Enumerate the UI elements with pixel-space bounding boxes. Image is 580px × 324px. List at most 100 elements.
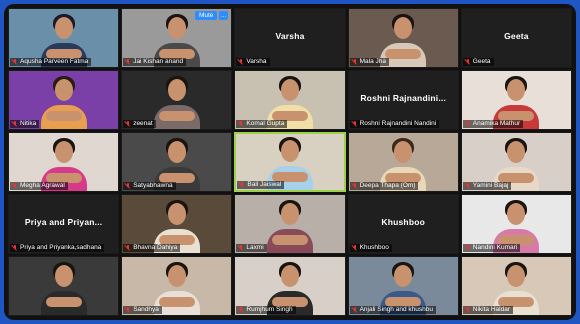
figure-head: [167, 141, 186, 163]
muted-mic-icon: [238, 120, 244, 128]
participant-tile[interactable]: Nitika: [8, 70, 120, 130]
participant-tile[interactable]: zeenat: [121, 70, 233, 130]
figure-head: [507, 265, 526, 287]
figure-head: [280, 79, 299, 101]
participant-tile[interactable]: Bhavna Dahiya: [121, 194, 233, 254]
participant-name: Mala Jha: [359, 58, 386, 65]
participant-tile[interactable]: Priya and Priyan... Priya and Priyanka,sa…: [8, 194, 120, 254]
participant-name: Bail Jaiswal: [247, 181, 282, 188]
participant-name: Nitika: [20, 120, 37, 127]
figure-head: [167, 265, 186, 287]
figure-arms: [158, 111, 195, 121]
participant-name: Komal Gupta: [246, 120, 285, 127]
participant-name-label: Nikita Haldar: [462, 306, 514, 314]
participant-name-label: Aqusha Parveen Fatma: [10, 58, 92, 66]
participant-name-label: Varsha: [236, 58, 270, 66]
participant-tile[interactable]: Nandini Kumari: [460, 194, 572, 254]
participant-tile[interactable]: Rumjhum Singh: [234, 256, 346, 316]
participant-tile[interactable]: [8, 256, 120, 316]
participant-name-label: Anamika Mathur: [462, 120, 524, 128]
participant-name: Roshni Rajnandini Nandini: [359, 120, 437, 127]
participant-name: Bhavna Dahiya: [133, 244, 178, 251]
figure-head: [394, 141, 413, 163]
participant-tile[interactable]: Varsha Varsha: [234, 8, 346, 68]
muted-mic-icon: [125, 182, 131, 190]
participant-name-label: Anjali Singh and khushbu: [349, 306, 436, 314]
participant-display-name: Priya and Priyan...: [24, 217, 103, 227]
figure-head: [167, 79, 186, 101]
participant-tile[interactable]: Mala Jha: [347, 8, 459, 68]
participant-name: zeenat: [133, 120, 153, 127]
participant-name: Rumjhum Singh: [246, 306, 293, 313]
participant-tile[interactable]: Deepa Thapa (Om): [347, 132, 459, 192]
mute-button[interactable]: Mute: [194, 11, 218, 20]
participant-name: Yamini Bajaj: [472, 182, 509, 189]
muted-mic-icon: [125, 58, 131, 66]
gallery-grid: Aqusha Parveen Fatma Mute... Jai Kishan an…: [8, 8, 572, 320]
participant-name-label: Khushboo: [349, 244, 392, 252]
participant-name-label: Bhavna Dahiya: [123, 244, 181, 252]
participant-tile[interactable]: Anjali Singh and khushbu: [347, 256, 459, 316]
muted-mic-icon: [352, 244, 358, 252]
participant-name-label: Megha Agrawal: [10, 182, 68, 190]
participant-name: Sandhya: [133, 306, 159, 313]
figure-arms: [158, 297, 195, 307]
figure-arms: [271, 235, 308, 245]
participant-name: Varsha: [246, 58, 267, 65]
participant-tile[interactable]: Nikita Haldar: [460, 256, 572, 316]
participant-name-label: Geeta: [462, 58, 494, 66]
more-options-button[interactable]: ...: [218, 11, 229, 20]
participant-name-label: Rumjhum Singh: [236, 306, 296, 314]
participant-name: Khushboo: [359, 244, 389, 251]
muted-mic-icon: [12, 182, 18, 190]
figure-head: [54, 17, 73, 39]
participant-tile[interactable]: Satyabhawna: [121, 132, 233, 192]
muted-mic-icon: [12, 120, 18, 128]
figure-head: [280, 140, 299, 162]
participant-tile[interactable]: Geeta Geeta: [460, 8, 572, 68]
participant-name: Laxmi: [246, 244, 264, 251]
figure-arms: [45, 111, 82, 121]
participant-tile[interactable]: Bail Jaiswal: [234, 132, 346, 192]
participant-video-figure: [151, 73, 203, 129]
participant-display-name: Varsha: [275, 31, 305, 41]
participant-tile[interactable]: Yamini Bajaj: [460, 132, 572, 192]
muted-mic-icon: [125, 120, 131, 128]
muted-mic-icon: [465, 244, 471, 252]
muted-mic-icon: [125, 244, 131, 252]
participant-name-label: Mala Jha: [349, 58, 389, 66]
muted-mic-icon: [125, 306, 131, 314]
figure-arms: [385, 49, 422, 59]
participant-display-name: Khushboo: [381, 217, 425, 227]
participant-tile[interactable]: Komal Gupta: [234, 70, 346, 130]
participant-tile[interactable]: Laxmi: [234, 194, 346, 254]
participant-tile[interactable]: Roshni Rajnandini... Roshni Rajnandini Na…: [347, 70, 459, 130]
participant-video-figure: [38, 73, 90, 129]
figure-head: [54, 79, 73, 101]
participant-tile[interactable]: Anamika Mathur: [460, 70, 572, 130]
participant-name: Satyabhawna: [133, 182, 173, 189]
participant-name-label: Nitika: [10, 120, 40, 128]
participant-name: Nandini Kumari: [472, 244, 518, 251]
muted-mic-icon: [12, 58, 18, 66]
participant-name-label: Roshni Rajnandini Nandini: [349, 120, 440, 128]
participant-tile[interactable]: Mute... Jai Kishan anand: [121, 8, 233, 68]
participant-name: Nikita Haldar: [472, 306, 511, 313]
participant-tile[interactable]: Aqusha Parveen Fatma: [8, 8, 120, 68]
muted-mic-icon: [352, 306, 358, 314]
figure-head: [280, 203, 299, 225]
muted-mic-icon: [465, 120, 471, 128]
muted-mic-icon: [465, 58, 471, 66]
figure-arms: [45, 297, 82, 307]
participant-tile[interactable]: Khushboo Khushboo: [347, 194, 459, 254]
participant-name-label: Satyabhawna: [123, 182, 176, 190]
participant-tile[interactable]: Sandhya: [121, 256, 233, 316]
muted-mic-icon: [12, 244, 18, 252]
figure-head: [394, 265, 413, 287]
participant-tile[interactable]: Megha Agrawal: [8, 132, 120, 192]
figure-head: [167, 203, 186, 225]
figure-head: [507, 79, 526, 101]
participant-name: Anjali Singh and khushbu: [359, 306, 433, 313]
participant-name-label: Yamini Bajaj: [462, 182, 512, 190]
figure-head: [280, 265, 299, 287]
